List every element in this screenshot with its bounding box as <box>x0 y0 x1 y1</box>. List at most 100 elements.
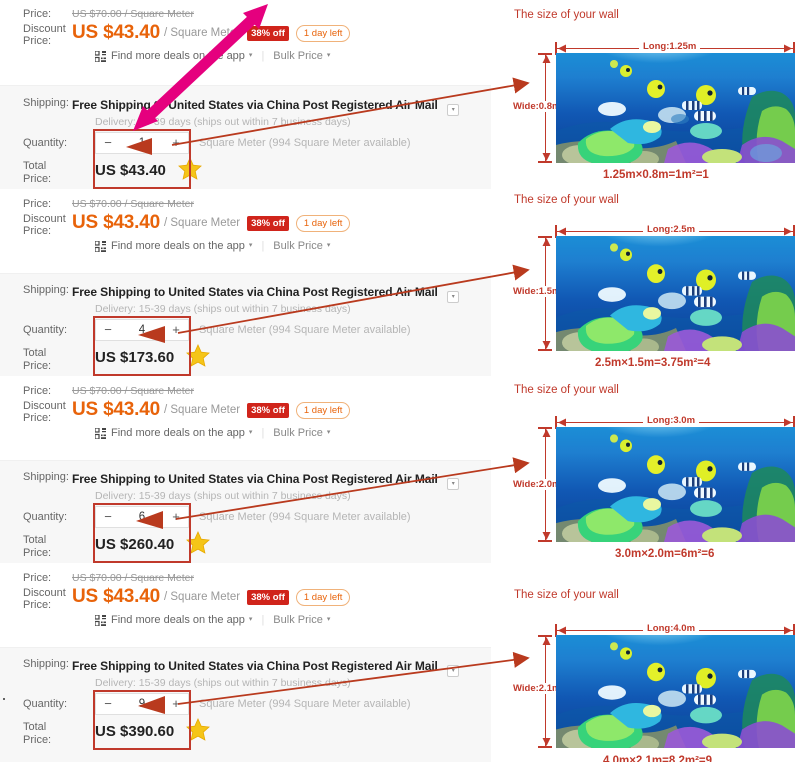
app-deals-label[interactable]: Find more deals on the app <box>111 50 245 62</box>
shipping-method-select[interactable]: ▾ <box>447 478 460 490</box>
chevron-down-icon[interactable]: ▾ <box>249 50 253 62</box>
discount-badge: 38% off <box>247 215 289 231</box>
star-icon <box>186 718 211 746</box>
quantity-decrease-button[interactable]: − <box>96 320 120 340</box>
chevron-down-icon[interactable]: ▾ <box>327 50 331 62</box>
discount-price-value: US $43.40 <box>72 399 160 420</box>
discount-price-label: Discount Price: <box>23 400 66 424</box>
price-section: Price: US $70.00 / Square Meter Discount… <box>0 376 491 460</box>
divider: | <box>261 239 265 252</box>
discount-price-value: US $43.40 <box>72 22 160 43</box>
wall-equation: 2.5m×1.5m=3.75m²=4 <box>595 357 711 369</box>
quantity-stepper[interactable]: − 6 + <box>95 506 189 528</box>
shipping-method-value: Free Shipping to United States via China… <box>72 98 438 112</box>
total-price-label: Total Price: <box>23 347 52 372</box>
quantity-label: Quantity: <box>23 511 68 523</box>
discount-price-row: Discount Price: US $43.40 / Square Meter … <box>0 213 491 237</box>
quantity-availability: Square Meter (994 Square Meter available… <box>199 511 411 523</box>
shipping-label: Shipping: <box>23 471 69 483</box>
quantity-value[interactable]: 1 <box>120 137 164 149</box>
wall-title: The size of your wall <box>514 194 619 206</box>
chevron-down-icon[interactable]: ▾ <box>327 427 331 439</box>
price-unit: / Square Meter <box>164 27 241 39</box>
original-price-value: US $70.00 / Square Meter <box>72 8 194 20</box>
quantity-value[interactable]: 4 <box>120 324 164 336</box>
quantity-stepper[interactable]: − 4 + <box>95 319 189 341</box>
delivery-estimate: Delivery: 15-39 days (ships out within 7… <box>95 490 351 502</box>
bulk-price-label[interactable]: Bulk Price <box>273 427 323 439</box>
quantity-label: Quantity: <box>23 324 68 336</box>
app-deals-row: Find more deals on the app ▾ | Bulk Pric… <box>0 50 491 62</box>
delivery-estimate: Delivery: 15-39 days (ships out within 7… <box>95 677 351 689</box>
time-left-badge: 1 day left <box>295 588 351 606</box>
quantity-increase-button[interactable]: + <box>164 320 188 340</box>
wall-title: The size of your wall <box>514 589 619 601</box>
app-deals-label[interactable]: Find more deals on the app <box>111 614 245 626</box>
shipping-section: Shipping: Free Shipping to United States… <box>0 460 491 563</box>
chevron-down-icon[interactable]: ▾ <box>249 240 253 252</box>
discount-price-value: US $43.40 <box>72 212 160 233</box>
bullet-dot <box>3 698 5 700</box>
offer-block: Price: US $70.00 / Square Meter Discount… <box>0 563 491 762</box>
chevron-down-icon[interactable]: ▾ <box>327 240 331 252</box>
original-price-row: Price: US $70.00 / Square Meter <box>0 198 491 211</box>
wallpaper-preview-image <box>556 427 795 542</box>
quantity-stepper[interactable]: − 9 + <box>95 693 189 715</box>
total-price-value: US $390.60 <box>95 723 175 740</box>
price-label: Price: <box>23 8 52 20</box>
wallpaper-preview-image <box>556 236 795 351</box>
wall-long-label: Long:4.0m <box>643 623 700 635</box>
quantity-value[interactable]: 9 <box>120 698 164 710</box>
wallpaper-preview-image <box>556 53 795 163</box>
wall-diagram: The size of your wall Long:2.5m Wide:1.5… <box>492 193 800 369</box>
app-deals-row: Find more deals on the app ▾ | Bulk Pric… <box>0 614 491 626</box>
discount-price-value: US $43.40 <box>72 586 160 607</box>
shipping-row: Shipping: Free Shipping to United States… <box>0 471 491 490</box>
price-label: Price: <box>23 572 52 584</box>
app-deals-row: Find more deals on the app ▾ | Bulk Pric… <box>0 240 491 252</box>
divider: | <box>261 613 265 626</box>
discount-price-row: Discount Price: US $43.40 / Square Meter … <box>0 23 491 47</box>
quantity-stepper[interactable]: − 1 + <box>95 132 189 154</box>
wall-equation: 1.25m×0.8m=1m²=1 <box>603 169 709 181</box>
price-label: Price: <box>23 385 52 397</box>
chevron-down-icon[interactable]: ▾ <box>327 614 331 626</box>
quantity-decrease-button[interactable]: − <box>96 507 120 527</box>
shipping-label: Shipping: <box>23 284 69 296</box>
shipping-label: Shipping: <box>23 658 69 670</box>
quantity-decrease-button[interactable]: − <box>96 133 120 153</box>
qr-code-icon <box>95 50 106 62</box>
original-price-row: Price: US $70.00 / Square Meter <box>0 8 491 21</box>
quantity-increase-button[interactable]: + <box>164 507 188 527</box>
quantity-value[interactable]: 6 <box>120 511 164 523</box>
bulk-price-label[interactable]: Bulk Price <box>273 240 323 252</box>
quantity-increase-button[interactable]: + <box>164 133 188 153</box>
original-price-row: Price: US $70.00 / Square Meter <box>0 385 491 398</box>
total-price-value: US $260.40 <box>95 536 175 553</box>
shipping-method-value: Free Shipping to United States via China… <box>72 659 438 673</box>
wall-long-label: Long:3.0m <box>643 415 700 427</box>
price-section: Price: US $70.00 / Square Meter Discount… <box>0 563 491 647</box>
shipping-method-value: Free Shipping to United States via China… <box>72 472 438 486</box>
bulk-price-label[interactable]: Bulk Price <box>273 50 323 62</box>
shipping-method-select[interactable]: ▾ <box>447 665 460 677</box>
wall-diagram: The size of your wall Long:3.0m Wide:2.0… <box>492 383 800 560</box>
quantity-decrease-button[interactable]: − <box>96 694 120 714</box>
offer-block: Price: US $70.00 / Square Meter Discount… <box>0 0 491 189</box>
total-price-label: Total Price: <box>23 534 52 559</box>
app-deals-label[interactable]: Find more deals on the app <box>111 427 245 439</box>
quantity-label: Quantity: <box>23 137 68 149</box>
shipping-section: Shipping: Free Shipping to United States… <box>0 85 491 189</box>
bulk-price-label[interactable]: Bulk Price <box>273 614 323 626</box>
chevron-down-icon[interactable]: ▾ <box>249 614 253 626</box>
wall-long-label: Long:2.5m <box>643 224 700 236</box>
wall-wide-label: Wide:2.0m <box>512 479 562 490</box>
app-deals-label[interactable]: Find more deals on the app <box>111 240 245 252</box>
quantity-increase-button[interactable]: + <box>164 694 188 714</box>
shipping-method-select[interactable]: ▾ <box>447 291 460 303</box>
chevron-down-icon[interactable]: ▾ <box>249 427 253 439</box>
price-section: Price: US $70.00 / Square Meter Discount… <box>0 189 491 273</box>
total-price-label: Total Price: <box>23 721 52 746</box>
shipping-method-select[interactable]: ▾ <box>447 104 460 116</box>
discount-badge: 38% off <box>247 402 289 418</box>
